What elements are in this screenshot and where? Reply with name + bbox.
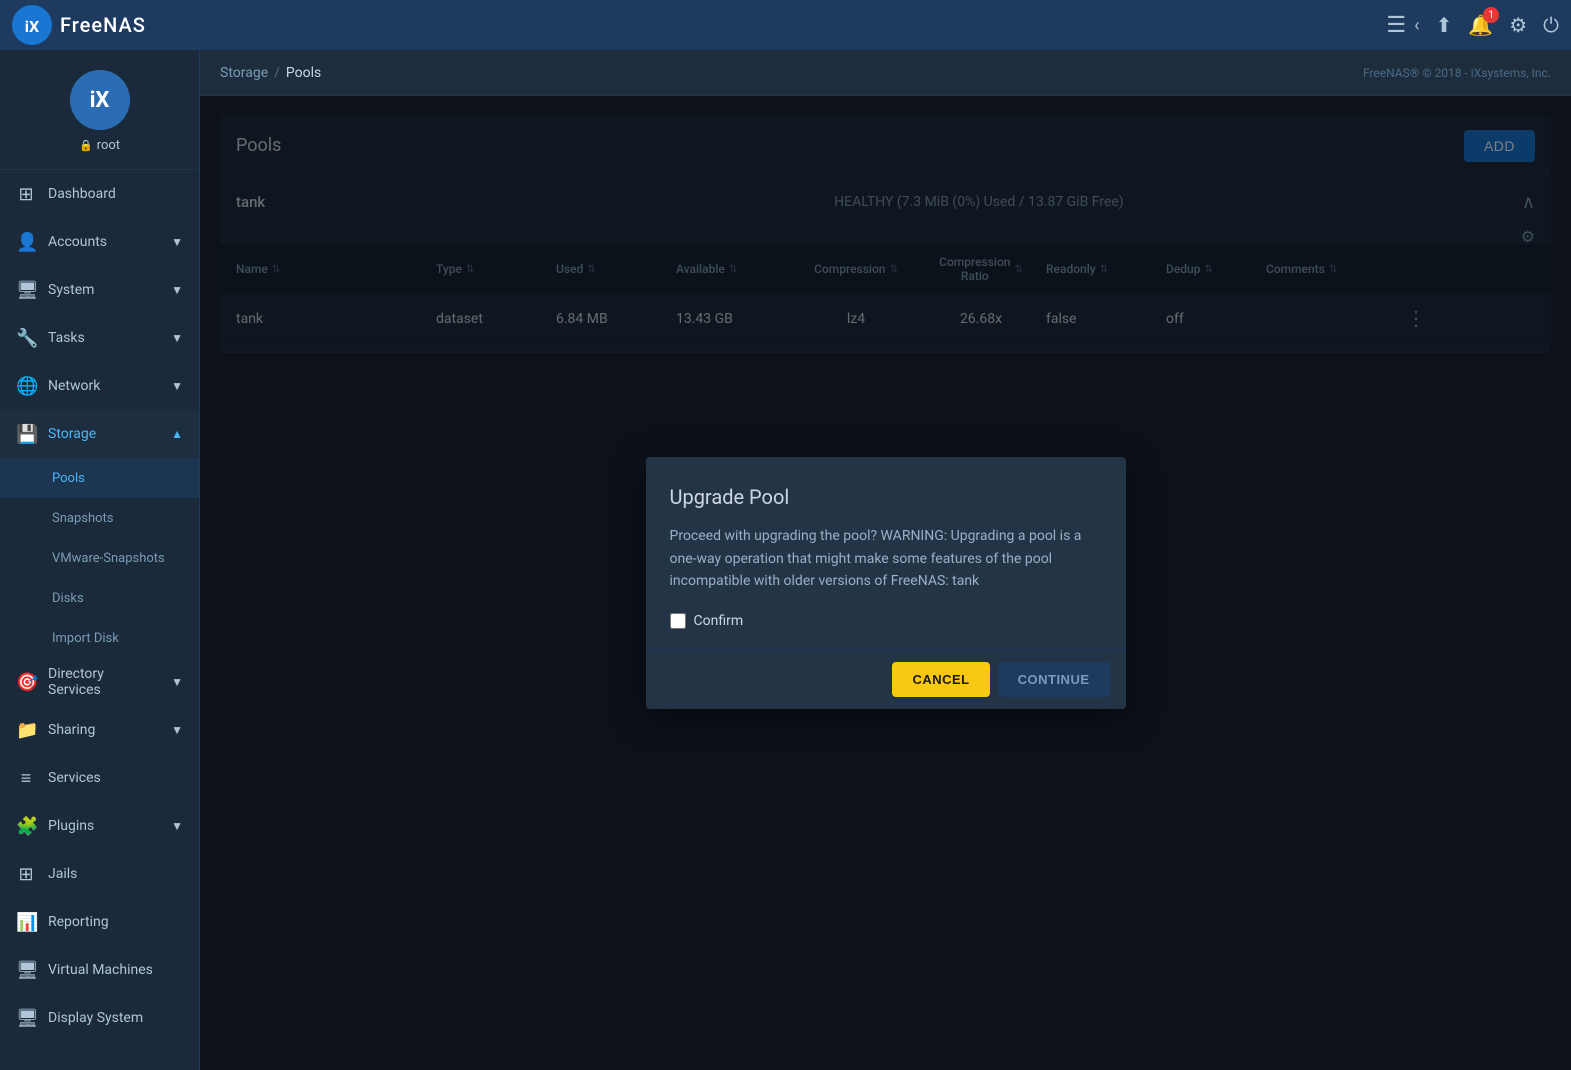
cancel-button[interactable]: CANCEL (892, 662, 989, 697)
directory-services-icon: 🎯 (16, 672, 36, 693)
sharing-icon: 📁 (16, 720, 36, 741)
topbar-actions: ⬆ 🔔 1 ⚙ ⏻ (1436, 13, 1559, 37)
sidebar-sub-import-disk[interactable]: Import Disk (0, 618, 199, 658)
sidebar-item-services[interactable]: ≡ Services (0, 754, 199, 802)
notifications-icon[interactable]: 🔔 1 (1468, 13, 1493, 37)
sidebar-item-directory-services[interactable]: 🎯 Directory Services ▼ (0, 658, 199, 706)
power-icon[interactable]: ⏻ (1543, 13, 1559, 37)
system-icon: 🖥 (16, 280, 36, 301)
sidebar-item-sharing[interactable]: 📁 Sharing ▼ (0, 706, 199, 754)
sidebar-sub-disks[interactable]: Disks (0, 578, 199, 618)
sidebar-item-label: Directory Services (48, 666, 159, 698)
dialog-body: Upgrade Pool Proceed with upgrading the … (646, 457, 1126, 648)
sidebar-sub-snapshots[interactable]: Snapshots (0, 498, 199, 538)
sidebar-item-jails[interactable]: ⊞ Jails (0, 850, 199, 898)
sidebar-item-network[interactable]: 🌐 Network ▼ (0, 362, 199, 410)
sidebar-item-label: Reporting (48, 914, 183, 930)
network-icon: 🌐 (16, 376, 36, 397)
storage-icon: 💾 (16, 424, 36, 445)
sidebar-sub-vmware-snapshots[interactable]: VMware-Snapshots (0, 538, 199, 578)
sidebar-item-label: Storage (48, 426, 159, 442)
virtual-machines-icon: 🖥 (16, 960, 36, 981)
sidebar-item-label: System (48, 282, 159, 298)
page-content: Pools ADD tank HEALTHY (7.3 MiB (0%) Use… (200, 96, 1571, 1070)
breadcrumb-current: Pools (286, 65, 321, 81)
chevron-down-icon: ▼ (171, 723, 183, 737)
sidebar-username: 🔒 root (79, 138, 120, 153)
sidebar-item-label: Plugins (48, 818, 159, 834)
topbar: iX FreeNAS ☰ ‹ ⬆ 🔔 1 ⚙ ⏻ (0, 0, 1571, 50)
sidebar-item-label: Services (48, 770, 183, 786)
sidebar-item-label: Jails (48, 866, 183, 882)
sidebar-item-storage[interactable]: 💾 Storage ▲ (0, 410, 199, 458)
dialog-confirm-row: Confirm (670, 613, 1102, 629)
sidebar-sub-label: Pools (52, 471, 85, 486)
chevron-down-icon: ▼ (171, 675, 183, 689)
sidebar-user: iX 🔒 root (0, 50, 199, 170)
sidebar-item-label: Sharing (48, 722, 159, 738)
tasks-icon: 🔧 (16, 328, 36, 349)
dialog-text: Proceed with upgrading the pool? WARNING… (670, 525, 1102, 592)
sidebar-item-label: Accounts (48, 234, 159, 250)
jails-icon: ⊞ (16, 864, 36, 885)
sidebar-item-tasks[interactable]: 🔧 Tasks ▼ (0, 314, 199, 362)
breadcrumb-separator: / (274, 65, 280, 81)
sidebar-item-label: Dashboard (48, 186, 183, 202)
sidebar-nav: ⊞ Dashboard 👤 Accounts ▼ 🖥 System ▼ 🔧 Ta… (0, 170, 199, 1070)
sidebar-item-label: Virtual Machines (48, 962, 183, 978)
breadcrumb-path: Storage / Pools (220, 65, 321, 81)
sidebar-item-system[interactable]: 🖥 System ▼ (0, 266, 199, 314)
dashboard-icon: ⊞ (16, 184, 36, 205)
sidebar-item-plugins[interactable]: 🧩 Plugins ▼ (0, 802, 199, 850)
sidebar-sub-label: Import Disk (52, 631, 119, 646)
content-area: Storage / Pools FreeNAS® © 2018 - iXsyst… (200, 50, 1571, 1070)
sidebar-item-label: Display System (48, 1010, 183, 1026)
accounts-icon: 👤 (16, 232, 36, 253)
chevron-down-icon: ▼ (171, 283, 183, 297)
upgrade-pool-dialog: Upgrade Pool Proceed with upgrading the … (646, 457, 1126, 708)
confirm-label[interactable]: Confirm (694, 613, 744, 629)
chevron-down-icon: ▼ (171, 819, 183, 833)
notification-badge: 1 (1483, 7, 1499, 23)
lock-icon: 🔒 (79, 139, 93, 152)
logo-text: FreeNAS (60, 13, 146, 37)
sidebar-sub-pools[interactable]: Pools (0, 458, 199, 498)
sidebar-sub-label: Disks (52, 591, 84, 606)
breadcrumb: Storage / Pools FreeNAS® © 2018 - iXsyst… (200, 50, 1571, 96)
freenas-logo-icon: iX (12, 5, 52, 45)
reporting-icon: 📊 (16, 912, 36, 933)
confirm-checkbox[interactable] (670, 613, 686, 629)
chevron-down-icon: ▼ (171, 235, 183, 249)
chevron-up-icon: ▲ (171, 427, 183, 441)
display-system-icon: 🖥 (16, 1008, 36, 1029)
back-icon[interactable]: ‹ (1414, 15, 1419, 36)
upload-icon[interactable]: ⬆ (1436, 13, 1453, 37)
sidebar-sub-label: Snapshots (52, 511, 114, 526)
avatar: iX (70, 70, 130, 130)
dialog-actions: CANCEL CONTINUE (646, 649, 1126, 709)
sidebar-item-display-system[interactable]: 🖥 Display System (0, 994, 199, 1042)
sidebar-sub-label: VMware-Snapshots (52, 551, 165, 566)
plugins-icon: 🧩 (16, 816, 36, 837)
sidebar-item-label: Network (48, 378, 159, 394)
sidebar: iX 🔒 root ⊞ Dashboard 👤 Accounts ▼ 🖥 Sys… (0, 50, 200, 1070)
chevron-down-icon: ▼ (171, 379, 183, 393)
dialog-overlay: Upgrade Pool Proceed with upgrading the … (200, 96, 1571, 1070)
continue-button[interactable]: CONTINUE (998, 662, 1110, 697)
breadcrumb-copyright: FreeNAS® © 2018 - iXsystems, Inc. (1363, 66, 1551, 80)
logo: iX FreeNAS (12, 5, 146, 45)
sidebar-item-dashboard[interactable]: ⊞ Dashboard (0, 170, 199, 218)
services-icon: ≡ (16, 768, 36, 789)
breadcrumb-parent[interactable]: Storage (220, 65, 268, 81)
dialog-title: Upgrade Pool (670, 485, 1102, 509)
sidebar-item-label: Tasks (48, 330, 159, 346)
chevron-down-icon: ▼ (171, 331, 183, 345)
settings-icon[interactable]: ⚙ (1509, 13, 1527, 37)
sidebar-item-virtual-machines[interactable]: 🖥 Virtual Machines (0, 946, 199, 994)
sidebar-item-reporting[interactable]: 📊 Reporting (0, 898, 199, 946)
svg-text:iX: iX (25, 17, 39, 36)
sidebar-item-accounts[interactable]: 👤 Accounts ▼ (0, 218, 199, 266)
hamburger-icon[interactable]: ☰ (1386, 13, 1406, 38)
